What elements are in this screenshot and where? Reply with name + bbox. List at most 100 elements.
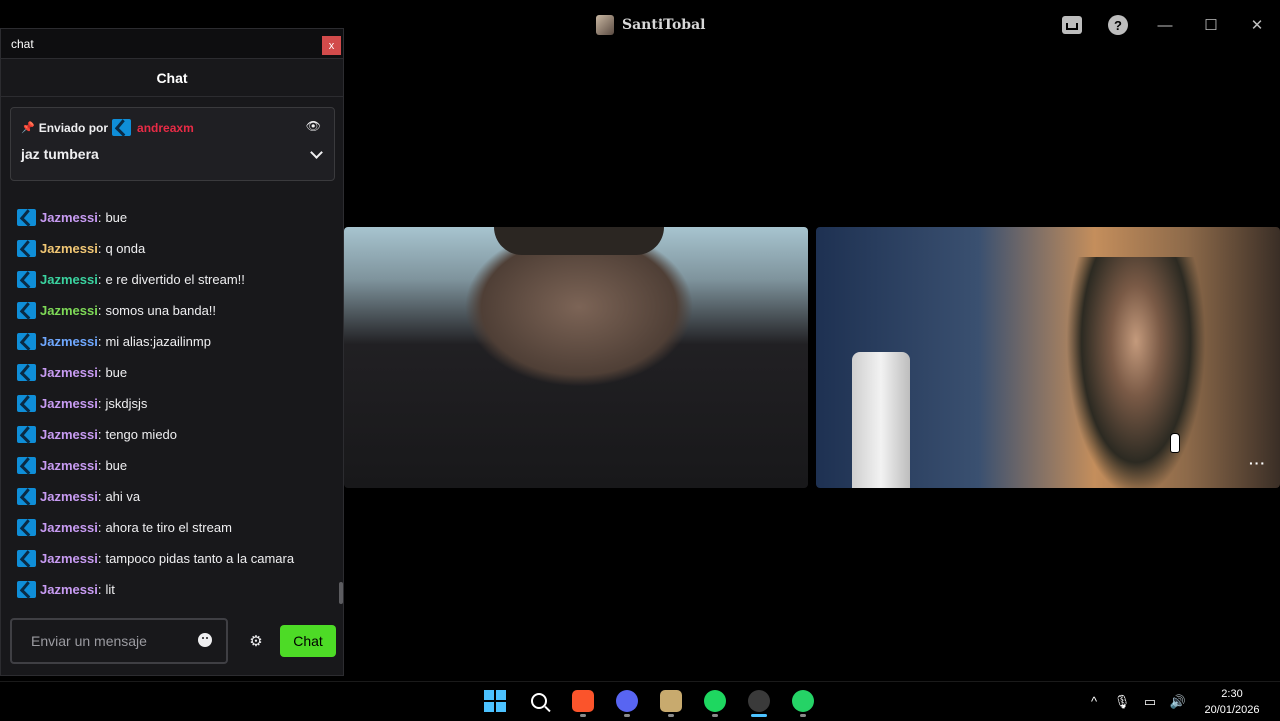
tray-chevron-icon[interactable]: ^ <box>1080 682 1108 721</box>
league-icon-glyph <box>660 690 682 712</box>
moderator-badge-icon <box>17 363 36 381</box>
chat-message: Jazmessi: lit <box>17 578 115 600</box>
chat-message: Jazmessi: ahora te tiro el stream <box>17 516 232 538</box>
moderator-badge-icon <box>17 270 36 288</box>
chat-message-text: jskdjsjs <box>105 395 148 411</box>
chat-message-text: lit <box>105 581 115 597</box>
chat-username[interactable]: Jazmessi <box>40 551 98 566</box>
inbox-icon[interactable] <box>1062 16 1082 34</box>
brave-icon[interactable] <box>561 685 605 717</box>
moderator-badge-icon <box>17 208 36 226</box>
username-colon: : <box>97 426 102 442</box>
chat-username[interactable]: Jazmessi <box>40 241 98 256</box>
taskbar: ^ 🎙 ▭ 🔊 2:30 20/01/2026 <box>0 681 1280 720</box>
app-title-text: SantiTobal <box>622 17 706 33</box>
volume-icon[interactable]: 🔊 <box>1164 682 1192 721</box>
moderator-badge-icon <box>17 518 36 536</box>
username-colon: : <box>97 550 102 566</box>
username-colon: : <box>97 240 102 256</box>
chat-header: Chat <box>1 59 343 97</box>
discord-icon-glyph <box>616 690 638 712</box>
username-colon: : <box>97 271 102 287</box>
video-tile-left[interactable] <box>344 227 808 488</box>
hide-pinned-icon[interactable]: 👁 <box>306 119 321 133</box>
chat-username[interactable]: Jazmessi <box>40 365 98 380</box>
moderator-badge-icon <box>17 487 36 505</box>
chat-scrollbar[interactable] <box>339 582 343 604</box>
app-title: SantiTobal <box>596 14 705 36</box>
expand-pinned-icon[interactable] <box>310 146 323 159</box>
video-tile-right[interactable] <box>816 227 1280 488</box>
clock-date: 20/01/2026 <box>1204 703 1260 716</box>
pinned-message[interactable]: 📌 Enviado por andreaxm jaz tumbera 👁 <box>10 107 335 181</box>
pinned-user[interactable]: andreaxm <box>137 121 194 135</box>
chat-message-text: ahora te tiro el stream <box>105 519 232 535</box>
pinned-byline: 📌 Enviado por andreaxm <box>21 119 194 136</box>
league-icon[interactable] <box>649 685 693 717</box>
chat-username[interactable]: Jazmessi <box>40 582 98 597</box>
username-colon: : <box>97 457 102 473</box>
network-icon[interactable]: ▭ <box>1136 682 1164 721</box>
running-indicator <box>712 714 718 717</box>
chat-username[interactable]: Jazmessi <box>40 334 98 349</box>
chat-message-text: bue <box>105 457 128 473</box>
search-icon[interactable] <box>517 685 561 717</box>
chat-message: Jazmessi: bue <box>17 206 127 228</box>
running-indicator <box>751 714 767 717</box>
chat-username[interactable]: Jazmessi <box>40 210 98 225</box>
chat-message: Jazmessi: e re divertido el stream!! <box>17 268 245 290</box>
message-composer <box>10 618 228 664</box>
username-colon: : <box>97 209 102 225</box>
moderator-badge-icon <box>112 119 132 136</box>
chat-username[interactable]: Jazmessi <box>40 520 98 535</box>
moderator-badge-icon <box>17 239 36 257</box>
search-icon-glyph <box>531 693 547 709</box>
tile-more-options-icon[interactable]: ··· <box>1249 455 1266 471</box>
chat-message: Jazmessi: bue <box>17 361 127 383</box>
chat-message: Jazmessi: mi alias:jazailinmp <box>17 330 211 352</box>
moderator-badge-icon <box>17 549 36 567</box>
chat-username[interactable]: Jazmessi <box>40 303 98 318</box>
send-chat-button[interactable]: Chat <box>280 625 336 657</box>
emoji-picker-icon[interactable] <box>198 633 212 647</box>
spotify-icon[interactable] <box>693 685 737 717</box>
participant-video <box>1066 257 1206 488</box>
obs-icon[interactable] <box>737 685 781 717</box>
start-icon[interactable] <box>473 685 517 717</box>
chat-username[interactable]: Jazmessi <box>40 458 98 473</box>
pinned-text: jaz tumbera <box>21 146 99 162</box>
username-colon: : <box>97 581 102 597</box>
whatsapp-icon[interactable] <box>781 685 825 717</box>
chat-message-text: bue <box>105 364 128 380</box>
message-input[interactable] <box>31 633 191 649</box>
chat-message-text: somos una banda!! <box>105 302 217 318</box>
chat-message-text: mi alias:jazailinmp <box>105 333 211 349</box>
chat-username[interactable]: Jazmessi <box>40 489 98 504</box>
moderator-badge-icon <box>17 456 36 474</box>
moderator-badge-icon <box>17 394 36 412</box>
chat-message: Jazmessi: q onda <box>17 237 145 259</box>
mouse-cursor-icon <box>1170 433 1180 453</box>
close-icon[interactable]: ✕ <box>1234 10 1280 40</box>
chat-settings-icon[interactable]: ⚙ <box>247 632 265 650</box>
minimize-icon[interactable]: — <box>1142 10 1188 40</box>
help-icon[interactable]: ? <box>1108 15 1128 35</box>
popup-close-button[interactable]: x <box>322 36 341 55</box>
moderator-badge-icon <box>17 332 36 350</box>
maximize-icon[interactable]: ☐ <box>1188 10 1234 40</box>
chat-username[interactable]: Jazmessi <box>40 272 98 287</box>
chat-username[interactable]: Jazmessi <box>40 427 98 442</box>
pinned-label: Enviado por <box>38 120 109 135</box>
running-indicator <box>800 714 806 717</box>
username-colon: : <box>97 333 102 349</box>
chat-message: Jazmessi: tampoco pidas tanto a la camara <box>17 547 294 569</box>
chat-message: Jazmessi: bue <box>17 454 127 476</box>
microphone-icon[interactable]: 🎙 <box>1108 682 1136 721</box>
chat-username[interactable]: Jazmessi <box>40 396 98 411</box>
chat-header-title: Chat <box>156 69 188 86</box>
chat-message-text: q onda <box>105 240 146 256</box>
spotify-icon-glyph <box>704 690 726 712</box>
clock[interactable]: 2:30 20/01/2026 <box>1192 686 1272 718</box>
brave-icon-glyph <box>572 690 594 712</box>
discord-icon[interactable] <box>605 685 649 717</box>
